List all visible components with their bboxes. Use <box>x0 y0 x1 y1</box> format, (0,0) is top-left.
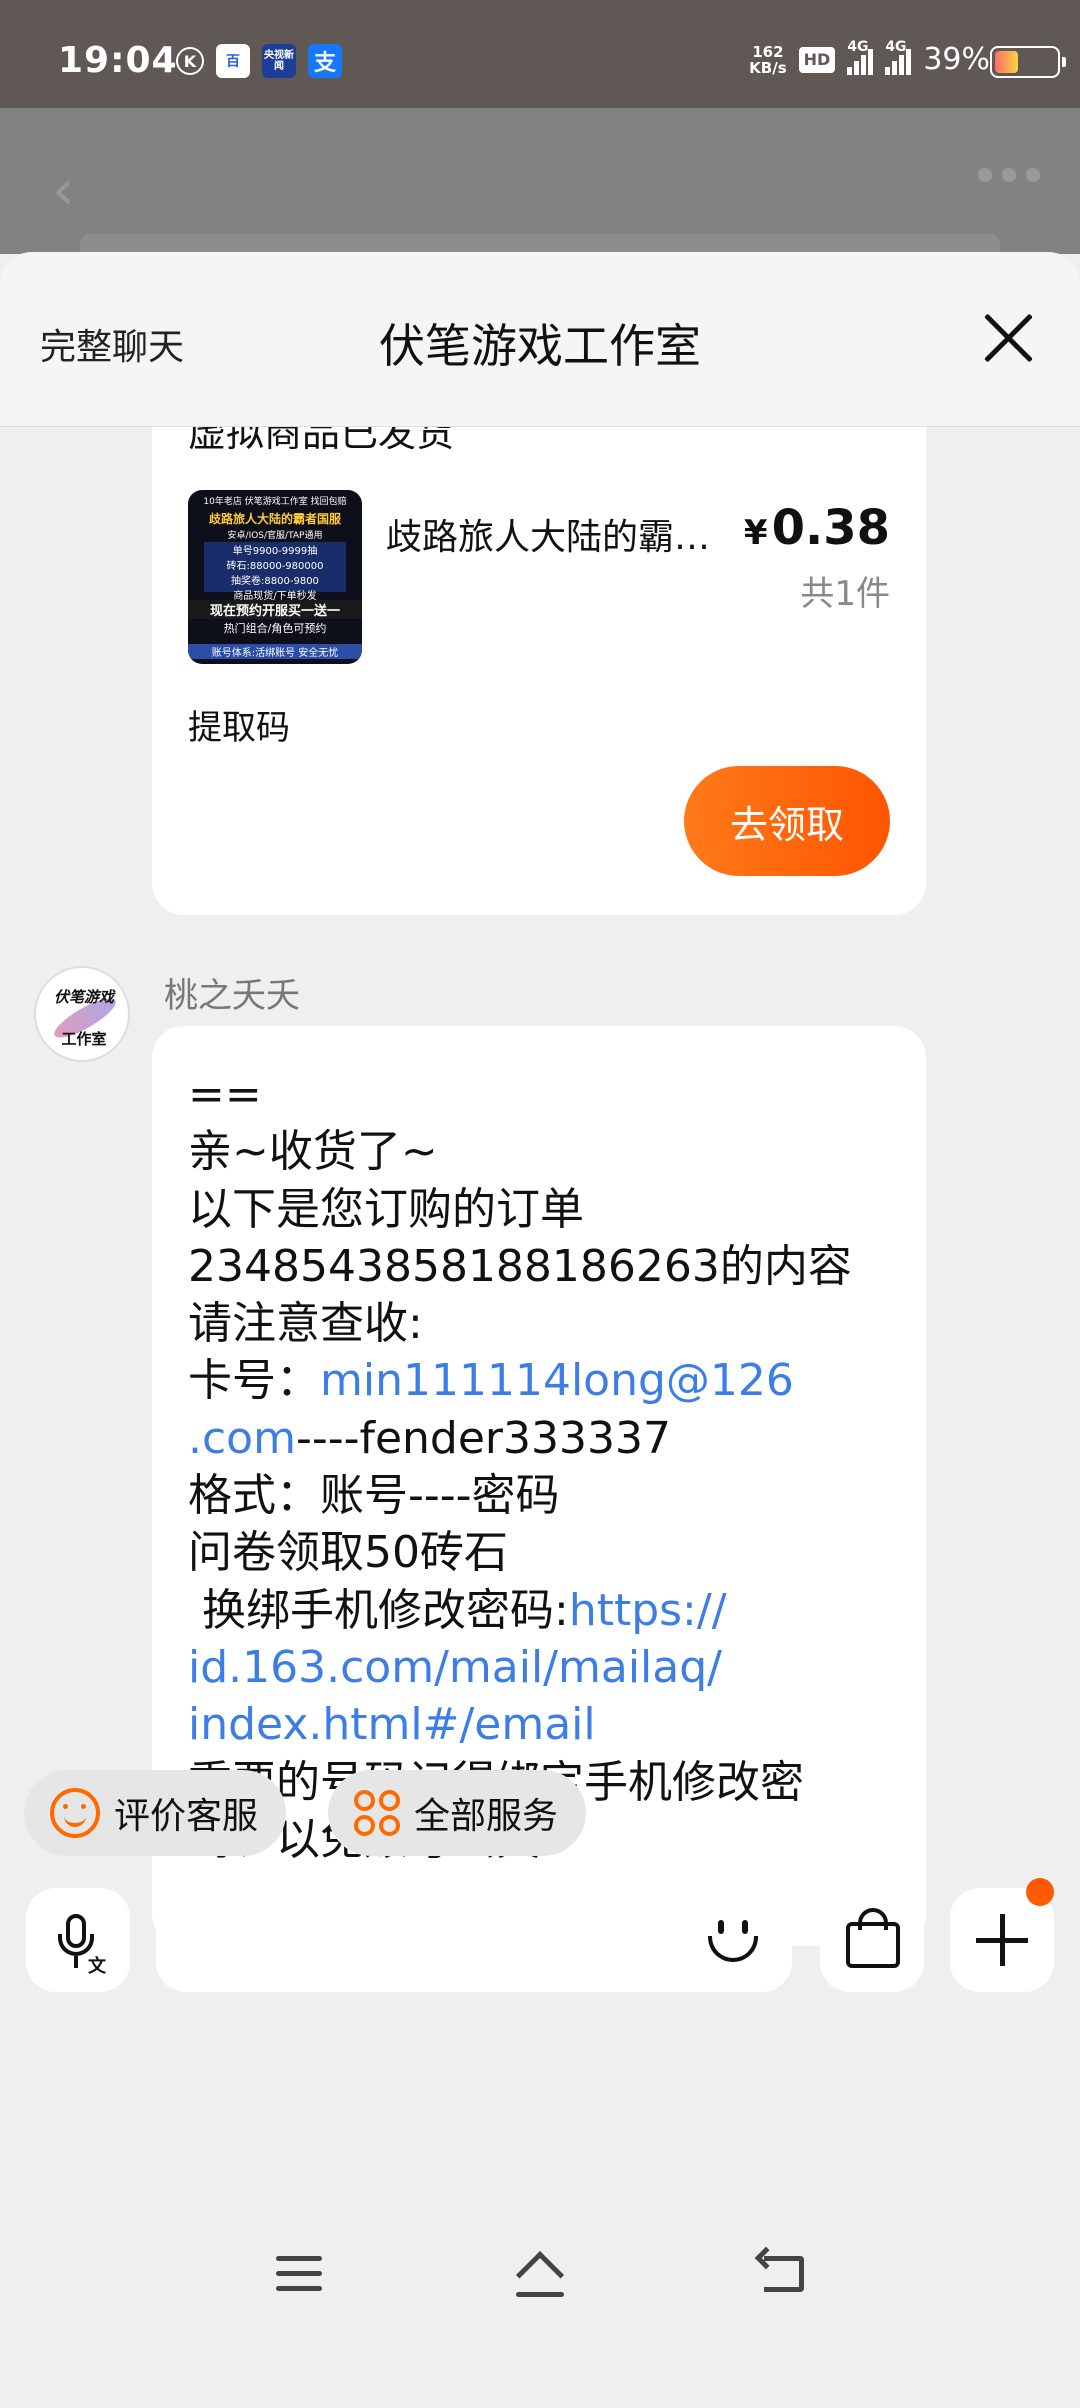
services-grid-icon <box>354 1790 400 1836</box>
shop-title: 伏笔游戏工作室 <box>379 319 701 373</box>
status-bar: 19:04 K 百 央视新闻 支 162 KB/s HD 4G 4G 39% <box>0 0 1080 108</box>
message-line: 换绑手机修改密码:https:// <box>188 1582 890 1639</box>
avatar[interactable]: 伏笔游戏 工作室 <box>34 966 130 1062</box>
product-count: 共1件 <box>800 574 890 614</box>
product-image-line: 安卓/IOS/官服/TAP通用 <box>227 531 323 541</box>
all-services-label: 全部服务 <box>414 1796 559 1837</box>
message-line: .com----fender333337 <box>188 1410 890 1467</box>
network-speed: 162 KB/s <box>749 44 786 76</box>
pickup-code-label: 提取码 <box>188 708 290 748</box>
claim-button[interactable]: 去领取 <box>684 766 890 876</box>
url-link-cont[interactable]: id.163.com/mail/mailaq/ <box>188 1642 722 1693</box>
menu-icon[interactable] <box>276 2256 322 2292</box>
rebind-label: 换绑手机修改密码: <box>188 1584 569 1636</box>
baidu-icon: 百 <box>216 44 250 78</box>
message-line: 卡号：min111114long@126 <box>188 1352 890 1409</box>
emoji-icon[interactable] <box>706 1914 760 1966</box>
message-line: == <box>188 1069 262 1120</box>
back-arrow-icon: ‹ <box>52 158 75 223</box>
alipay-icon: 支 <box>308 44 342 78</box>
underlying-page-dimmed: ‹ <box>0 108 1080 254</box>
k-icon: K <box>176 47 204 75</box>
message-line: 问卷领取50砖石 <box>188 1527 508 1579</box>
message-line: index.html#/email <box>188 1696 890 1753</box>
shopping-bag-button[interactable] <box>820 1888 924 1992</box>
message-input[interactable] <box>156 1888 792 1992</box>
notification-icons: K 百 央视新闻 支 <box>176 44 342 78</box>
status-indicators: 162 KB/s HD 4G 4G 39% <box>749 39 990 78</box>
all-services-chip[interactable]: 全部服务 <box>328 1770 587 1856</box>
message-line: 以下是您订购的订单 <box>188 1183 584 1235</box>
shopping-bag-body <box>846 1922 900 1968</box>
microphone-stem <box>74 1956 78 1968</box>
rate-service-label: 评价客服 <box>114 1796 259 1837</box>
password-text: ----fender333337 <box>295 1412 671 1464</box>
order-card[interactable]: 虚拟商品已发货 10年老店 伏笔游戏工作室 找回包赔 歧路旅人大陆的霸者国服 安… <box>152 382 926 915</box>
url-link-cont[interactable]: index.html#/email <box>188 1699 596 1750</box>
cctv-news-icon: 央视新闻 <box>262 44 296 78</box>
product-price: ¥0.38 <box>744 500 890 556</box>
notification-dot <box>1026 1878 1054 1906</box>
product-image-line: 单号9900-9999抽 砖石:88000-980000 抽奖卷:8800-98… <box>204 542 346 602</box>
product-image-line: 账号体系:活绑账号 安全无忧 <box>188 644 362 659</box>
battery-level <box>995 51 1018 73</box>
rate-service-chip[interactable]: 评价客服 <box>24 1770 287 1856</box>
back-icon[interactable] <box>754 2246 804 2294</box>
sheet-header: 完整聊天 伏笔游戏工作室 <box>0 252 1080 427</box>
product-image-line: 10年老店 伏笔游戏工作室 找回包赔 <box>203 497 347 507</box>
currency-symbol: ¥ <box>743 513 768 553</box>
avatar-text-top: 伏笔游戏 <box>53 988 114 1006</box>
underlying-search-bar <box>80 234 1000 254</box>
status-time: 19:04 <box>58 40 178 81</box>
avatar-text-bottom: 工作室 <box>61 1030 107 1048</box>
hd-icon: HD <box>798 46 836 73</box>
message-line: 请注意查收: <box>188 1298 423 1350</box>
product-name[interactable]: 歧路旅人大陆的霸… <box>386 508 716 560</box>
product-image-line: 歧路旅人大陆的霸者国服 <box>208 512 341 526</box>
sender-name: 桃之夭夭 <box>164 976 300 1016</box>
system-nav-bar <box>0 2200 1080 2408</box>
card-number-label: 卡号： <box>188 1355 320 1407</box>
product-image-line: 热门组合/角色可预约 <box>223 622 327 635</box>
close-icon[interactable] <box>980 310 1036 366</box>
signal-icon-2: 4G <box>885 39 912 75</box>
message-line: 亲~收货了~ <box>188 1126 438 1178</box>
home-icon[interactable] <box>510 2250 570 2300</box>
signal-icon-1: 4G <box>847 39 874 75</box>
price-value: 0.38 <box>771 500 890 556</box>
voice-to-text-glyph: 文 <box>88 1956 106 1977</box>
network-speed-value: 162 <box>752 42 784 61</box>
voice-input-button[interactable]: 文 <box>26 1888 130 1992</box>
message-line: 2348543858188186263的内容 <box>188 1240 852 1292</box>
battery-icon <box>990 46 1066 78</box>
message-line: id.163.com/mail/mailaq/ <box>188 1639 890 1696</box>
email-link[interactable]: min111114long@126 <box>320 1355 794 1406</box>
chat-sheet: 完整聊天 伏笔游戏工作室 虚拟商品已发货 10年老店 伏笔游戏工作室 找回包赔 … <box>0 252 1080 2408</box>
message-line: 格式：账号----密码 <box>188 1470 560 1522</box>
url-link[interactable]: https:// <box>569 1585 727 1636</box>
smiley-icon <box>50 1788 100 1838</box>
battery-percent: 39% <box>923 42 990 77</box>
email-link-cont[interactable]: .com <box>188 1413 296 1464</box>
signal-1-label: 4G <box>847 38 869 55</box>
product-image-line: 现在预约开服买一送一 <box>188 600 362 619</box>
network-speed-unit: KB/s <box>749 58 787 77</box>
signal-2-label: 4G <box>885 38 907 55</box>
more-icon <box>978 168 1040 182</box>
product-image[interactable]: 10年老店 伏笔游戏工作室 找回包赔 歧路旅人大陆的霸者国服 安卓/IOS/官服… <box>188 490 362 664</box>
